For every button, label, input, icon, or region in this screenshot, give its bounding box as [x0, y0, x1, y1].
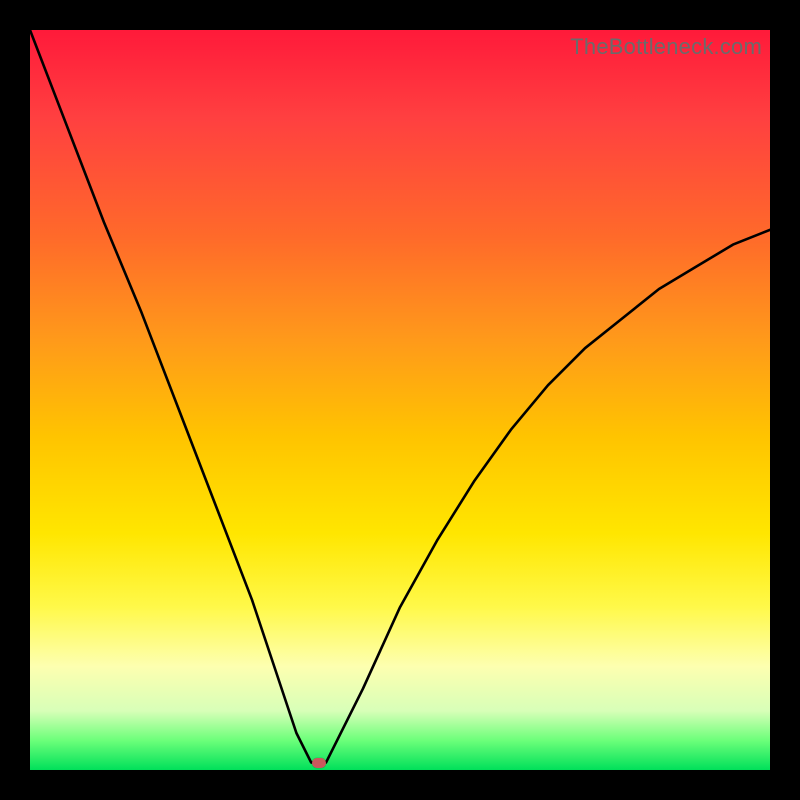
- optimal-marker: [312, 758, 326, 768]
- bottleneck-curve: [30, 30, 770, 763]
- curve-svg: [30, 30, 770, 770]
- chart-frame: TheBottleneck.com: [0, 0, 800, 800]
- plot-area: TheBottleneck.com: [30, 30, 770, 770]
